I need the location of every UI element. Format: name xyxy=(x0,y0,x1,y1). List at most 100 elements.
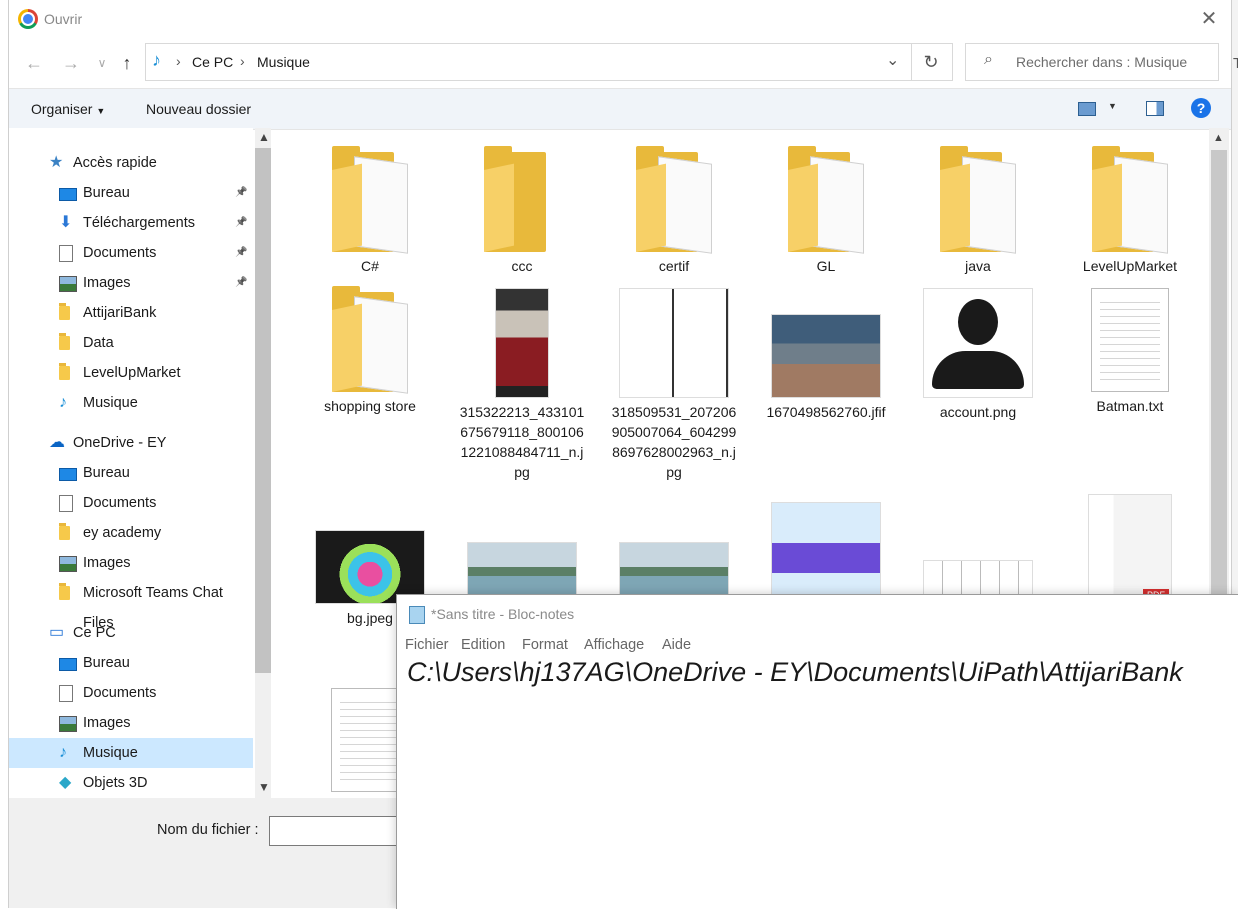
file-name: 315322213_433101675679118_80010612210884… xyxy=(459,404,585,480)
forward-arrow-icon[interactable]: → xyxy=(60,52,82,74)
sidebar-item-documents[interactable]: Documents xyxy=(9,678,253,708)
view-options-icon[interactable] xyxy=(1078,102,1096,116)
filename-label: Nom du fichier : xyxy=(157,822,259,838)
document-icon xyxy=(59,245,73,262)
dialog-title: Ouvrir xyxy=(44,11,83,27)
file-tile[interactable]: account.png xyxy=(913,288,1043,422)
file-tile[interactable]: GL xyxy=(761,146,891,276)
sidebar-item-label: ey academy xyxy=(83,525,162,541)
sidebar-item-label: Objets 3D xyxy=(83,775,148,791)
sidebar-item-documents[interactable]: Documents xyxy=(9,488,253,518)
file-tile[interactable]: 318509531_207206905007064_60429986976280… xyxy=(609,288,739,482)
sidebar-item-bureau[interactable]: Bureau 📌 xyxy=(9,178,253,208)
sidebar-item-bureau[interactable]: Bureau xyxy=(9,648,253,678)
scroll-up-icon[interactable]: ▲ xyxy=(258,130,270,144)
file-tile[interactable]: 1670498562760.jfif xyxy=(761,288,891,422)
sidebar-item-bureau[interactable]: Bureau xyxy=(9,458,253,488)
sidebar-item-images[interactable]: Images xyxy=(9,548,253,578)
sidebar-item-objets-3d[interactable]: ◆ Objets 3D xyxy=(9,768,253,798)
star-icon: ★ xyxy=(49,154,64,171)
menu-format[interactable]: Format xyxy=(522,637,568,653)
sidebar-item-ey-academy[interactable]: ey academy xyxy=(9,518,253,548)
desktop-icon xyxy=(59,658,77,671)
file-tile[interactable] xyxy=(913,494,1043,604)
notepad-text-area[interactable]: C:\Users\hj137AG\OneDrive - EY\Documents… xyxy=(407,657,1183,688)
menu-aide[interactable]: Aide xyxy=(662,637,691,653)
file-tile[interactable]: ccc xyxy=(457,146,587,276)
command-toolbar: Organiser ▼ Nouveau dossier ▼ ? xyxy=(9,88,1231,130)
file-name: certif xyxy=(658,258,690,274)
sidebar-item-ce-pc[interactable]: ▭ Ce PC xyxy=(9,618,253,648)
sidebar-item-images[interactable]: Images 📌 xyxy=(9,268,253,298)
breadcrumb-ce-pc[interactable]: Ce PC xyxy=(192,54,233,70)
refresh-icon[interactable]: ↻ xyxy=(910,43,953,81)
image-thumbnail xyxy=(771,502,881,604)
menu-affichage[interactable]: Affichage xyxy=(584,637,644,653)
breadcrumb-musique[interactable]: Musique xyxy=(257,54,310,70)
file-name: 318509531_207206905007064_60429986976280… xyxy=(611,404,737,480)
sidebar-item-documents[interactable]: Documents 📌 xyxy=(9,238,253,268)
search-input[interactable]: ⌕ Rechercher dans : Musique xyxy=(965,43,1219,81)
organize-button[interactable]: Organiser ▼ xyxy=(31,101,105,117)
sidebar-item-label: Images xyxy=(83,555,131,571)
file-tile[interactable]: PDF xyxy=(1065,494,1195,604)
desktop-icon xyxy=(59,468,77,481)
sidebar-item-musique[interactable]: ♪ Musique xyxy=(9,388,253,418)
file-name: Batman.txt xyxy=(1096,398,1164,414)
image-thumbnail xyxy=(315,530,425,604)
cloud-icon: ☁ xyxy=(49,434,65,451)
recent-locations-icon[interactable]: ∨ xyxy=(91,52,113,74)
sidebar-item-data[interactable]: Data xyxy=(9,328,253,358)
sidebar-item-label: Documents xyxy=(83,495,157,511)
menu-edition[interactable]: Edition xyxy=(461,637,505,653)
sidebar-item-images[interactable]: Images xyxy=(9,708,253,738)
navigation-bar: ← → ∨ ↑ ♪ › Ce PC › Musique ⌄ ↻ ⌕ Recher… xyxy=(9,40,1231,84)
file-tile[interactable]: Batman.txt xyxy=(1065,288,1195,416)
file-tile[interactable]: shopping store xyxy=(305,286,435,416)
file-name: C# xyxy=(361,258,379,274)
menu-fichier[interactable]: Fichier xyxy=(405,637,449,653)
sidebar-item-label: Bureau xyxy=(83,185,130,201)
file-tile[interactable]: certif xyxy=(609,146,739,276)
sidebar-item-label: Accès rapide xyxy=(73,155,157,171)
sidebar-item-onedrive-ey[interactable]: ☁ OneDrive - EY xyxy=(9,428,253,458)
file-tile[interactable] xyxy=(609,494,739,604)
scroll-down-icon[interactable]: ▼ xyxy=(258,780,270,794)
sidebar-scroll-thumb[interactable] xyxy=(255,148,271,673)
file-tile[interactable]: 315322213_433101675679118_80010612210884… xyxy=(457,288,587,482)
notepad-menubar: Fichier Edition Format Affichage Aide xyxy=(397,635,1238,657)
image-thumbnail xyxy=(495,288,549,398)
address-bar[interactable]: ♪ › Ce PC › Musique ⌄ xyxy=(145,43,912,81)
chevron-down-icon[interactable]: ⌄ xyxy=(886,50,899,70)
up-arrow-icon[interactable]: ↑ xyxy=(116,52,138,74)
sidebar-item-attijaribank[interactable]: AttijariBank xyxy=(9,298,253,328)
file-tile[interactable]: C# xyxy=(305,146,435,276)
sidebar-item-levelupmarket[interactable]: LevelUpMarket xyxy=(9,358,253,388)
sidebar-item-label: Musique xyxy=(83,745,138,761)
view-dropdown-icon[interactable]: ▼ xyxy=(1108,101,1117,111)
file-tile[interactable]: LevelUpMarket xyxy=(1065,146,1195,276)
image-icon xyxy=(59,276,77,292)
organize-label: Organiser xyxy=(31,101,93,117)
content-scroll-thumb[interactable] xyxy=(1211,150,1227,598)
folder-icon xyxy=(59,523,70,540)
folder-icon xyxy=(59,333,70,350)
image-icon xyxy=(59,716,77,732)
file-tile[interactable] xyxy=(761,494,891,604)
preview-pane-icon[interactable] xyxy=(1146,101,1164,116)
back-arrow-icon[interactable]: ← xyxy=(23,52,45,74)
close-icon[interactable]: ✕ xyxy=(1197,8,1221,30)
folder-icon xyxy=(788,146,864,254)
new-folder-button[interactable]: Nouveau dossier xyxy=(146,101,251,117)
folder-icon xyxy=(484,146,560,252)
sidebar-item-microsoft-teams-chat-files[interactable]: Microsoft Teams Chat Files xyxy=(9,578,253,631)
folder-icon xyxy=(1092,146,1168,254)
sidebar-item-t-l-chargements[interactable]: ⬇ Téléchargements 📌 xyxy=(9,208,253,238)
file-tile[interactable]: java xyxy=(913,146,1043,276)
pin-icon: 📌 xyxy=(235,247,248,258)
sidebar-item-acc-s-rapide[interactable]: ★ Accès rapide xyxy=(9,148,253,178)
sidebar-item-musique[interactable]: ♪ Musique xyxy=(9,738,253,768)
file-tile[interactable] xyxy=(457,494,587,604)
help-icon[interactable]: ? xyxy=(1191,98,1211,118)
content-scroll-up-icon[interactable]: ▲ xyxy=(1213,132,1224,144)
